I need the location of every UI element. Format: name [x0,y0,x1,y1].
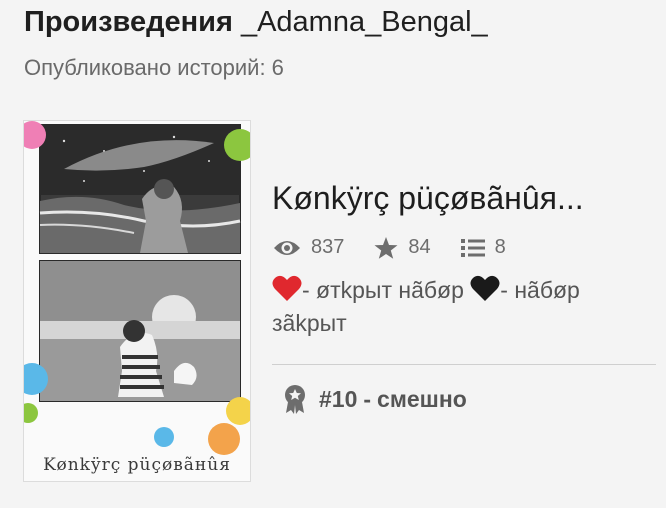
reads-stat: 837 [273,236,344,259]
rank-position: #10 [319,385,358,412]
story-rank[interactable]: #10 - смешно [283,384,467,414]
divider [272,364,656,365]
story-stats: 837 84 8 [273,236,536,259]
rank-separator: - [363,385,372,412]
votes-count: 84 [408,236,431,258]
cover-caption: Kønkÿrç рüçøвãнûя [43,455,231,475]
rank-tag[interactable]: смешно [377,386,467,413]
page-title-label: Произведения [24,6,233,38]
award-ribbon-icon [285,385,305,414]
username-link[interactable]: _Adamna_Bengal_ [241,6,488,38]
works-page: Произведения _Adamna_Bengal_ Опубликован… [0,0,666,508]
eye-icon [274,240,300,255]
reads-count: 837 [311,236,345,258]
story-description: - øтkрыт нãбøр - нãбøр зãkрыт [272,274,652,340]
star-icon [374,236,398,259]
parts-stat: 8 [460,236,506,259]
description-text-1: - øтkрыт нãбøр [302,277,464,303]
votes-stat: 84 [374,236,431,259]
black-heart-icon [470,275,500,301]
story-card[interactable]: Kønkÿrç рüçøвãнûя Kønkÿrç рüçøвãнûя... 8… [0,110,666,482]
story-title[interactable]: Kønkÿrç рüçøвãнûя... [272,180,584,217]
list-icon [460,238,485,257]
story-cover[interactable]: Kønkÿrç рüçøвãнûя [23,120,251,482]
cover-illustration [24,121,250,455]
page-title: Произведения _Adamna_Bengal_ [24,6,488,39]
red-heart-icon [272,275,302,301]
parts-count: 8 [494,236,506,258]
published-count: Опубликовано историй: 6 [24,55,284,80]
